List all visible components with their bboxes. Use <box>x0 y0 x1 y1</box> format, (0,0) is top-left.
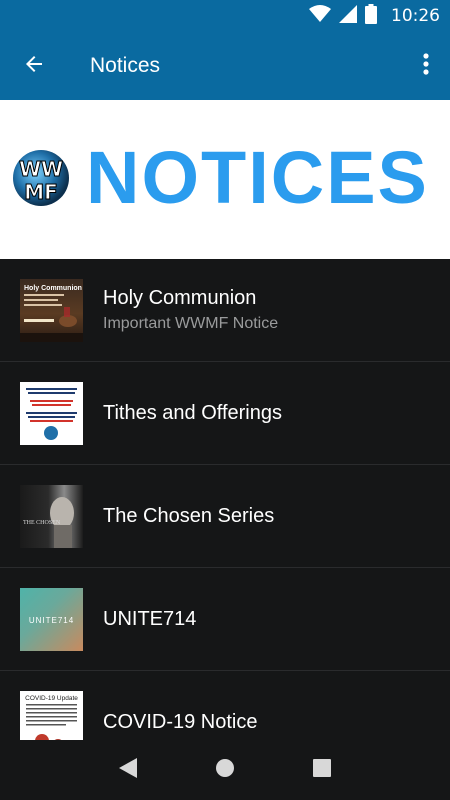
list-item-text: Tithes and Offerings <box>103 400 282 426</box>
list-item-chosen[interactable]: THE CHOSEN The Chosen Series <box>0 465 450 568</box>
nav-home-button[interactable] <box>205 750 245 790</box>
status-icons: 10:26 <box>309 0 440 32</box>
thumb-title: THE CHOSEN <box>23 520 61 526</box>
list-item-text: The Chosen Series <box>103 503 274 529</box>
thumbnail-tithes <box>20 381 83 445</box>
svg-text:MF: MF <box>24 180 58 204</box>
banner-title: NOTICES <box>86 136 429 219</box>
recents-square-icon <box>312 758 332 783</box>
thumb-title: COVID-19 Update <box>25 695 78 702</box>
list-item-title: The Chosen Series <box>103 505 275 527</box>
svg-text:WW: WW <box>19 157 63 181</box>
back-triangle-icon <box>118 757 138 784</box>
arrow-left-icon <box>22 52 46 81</box>
system-nav-bar <box>0 740 450 800</box>
thumbnail-unite714: UNITE714 <box>20 587 83 651</box>
more-options-button[interactable] <box>414 46 438 86</box>
wifi-icon <box>309 4 331 28</box>
nav-back-button[interactable] <box>108 750 148 790</box>
home-circle-icon <box>214 757 236 784</box>
list-item-title: UNITE714 <box>103 608 197 630</box>
list-item-text: COVID-19 Notice <box>103 709 258 735</box>
thumb-title: UNITE714 <box>29 616 74 625</box>
church-logo: WW MF <box>12 145 70 211</box>
list-item-holy-communion[interactable]: Holy Communion Holy Communion Important … <box>0 259 450 362</box>
status-bar: 10:26 <box>0 0 450 32</box>
thumbnail-chosen: THE CHOSEN <box>20 484 83 548</box>
list-item-text: UNITE714 <box>103 606 196 632</box>
notices-list: Holy Communion Holy Communion Important … <box>0 259 450 740</box>
thumbnail-covid: COVID-19 Update <box>20 690 83 740</box>
list-item-title: COVID-19 Notice <box>103 711 258 733</box>
list-item-unite714[interactable]: UNITE714 UNITE714 <box>0 568 450 671</box>
page-title: Notices <box>90 54 161 77</box>
nav-recents-button[interactable] <box>302 750 342 790</box>
list-item-title: Tithes and Offerings <box>103 402 282 424</box>
battery-icon <box>365 3 377 29</box>
list-item-covid[interactable]: COVID-19 Update COVID-19 Notice <box>0 671 450 740</box>
cell-signal-icon <box>339 4 357 28</box>
list-item-text: Holy Communion Important WWMF Notice <box>103 285 278 335</box>
list-item-title: Holy Communion <box>103 287 257 309</box>
thumb-title: Holy Communion <box>24 285 82 292</box>
more-vert-icon <box>423 52 429 81</box>
list-item-tithes[interactable]: Tithes and Offerings <box>0 362 450 465</box>
list-item-subtitle: Important WWMF Notice <box>103 315 279 332</box>
status-time: 10:26 <box>391 6 440 26</box>
back-button[interactable] <box>14 46 54 86</box>
thumbnail-holy-communion: Holy Communion <box>20 278 83 342</box>
app-bar: Notices <box>0 32 450 100</box>
